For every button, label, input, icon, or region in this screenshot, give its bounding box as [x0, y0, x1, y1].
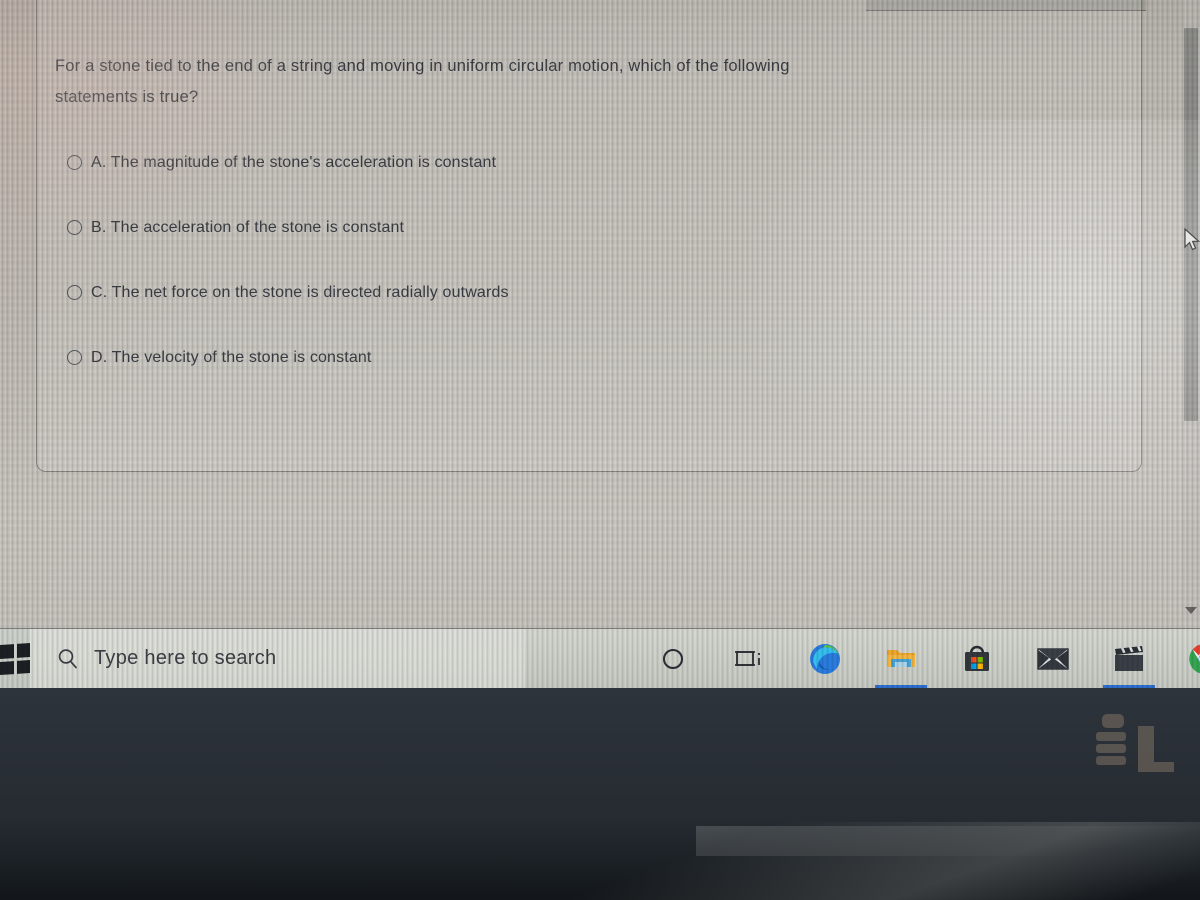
taskbar-item-movies-tv[interactable]	[1091, 629, 1167, 689]
option-c-label: C. The net force on the stone is directe…	[91, 283, 509, 301]
taskbar-item-cortana[interactable]	[635, 629, 711, 689]
scrollbar-thumb[interactable]	[1184, 28, 1198, 421]
option-d-label: D. The velocity of the stone is constant	[91, 348, 372, 366]
laptop-bezel	[0, 688, 1200, 822]
file-explorer-icon	[887, 649, 915, 667]
options-list: A. The magnitude of the stone's accelera…	[67, 146, 1107, 406]
movies-tv-icon	[1115, 645, 1143, 671]
radio-button-a-icon[interactable]	[67, 155, 82, 170]
taskbar-item-file-explorer[interactable]	[863, 629, 939, 689]
question-line-2: statements is true?	[55, 88, 199, 106]
start-button[interactable]	[0, 628, 30, 689]
laptop-base	[0, 822, 1200, 900]
question-line-1: For a stone tied to the end of a string …	[55, 57, 790, 75]
laptop-screen-photo: For a stone tied to the end of a string …	[0, 0, 1200, 900]
taskbar-search-box[interactable]: Type here to search	[30, 628, 525, 689]
google-chrome-icon	[1189, 644, 1200, 673]
windows-logo-icon	[0, 642, 30, 675]
windows-taskbar: Type here to search	[0, 628, 1200, 689]
mail-icon	[1037, 647, 1069, 670]
option-c[interactable]: C. The net force on the stone is directe…	[67, 276, 1107, 309]
radio-button-b-icon[interactable]	[67, 220, 82, 235]
radio-button-d-icon[interactable]	[67, 350, 82, 365]
task-view-icon	[735, 650, 760, 666]
option-d[interactable]: D. The velocity of the stone is constant	[67, 341, 1107, 374]
vertical-scrollbar[interactable]	[1182, 0, 1200, 620]
taskbar-item-microsoft-edge[interactable]	[787, 629, 863, 689]
option-a-label: A. The magnitude of the stone's accelera…	[91, 153, 497, 171]
cortana-icon	[662, 648, 684, 669]
option-b-label: B. The acceleration of the stone is cons…	[91, 218, 405, 236]
option-b[interactable]: B. The acceleration of the stone is cons…	[67, 211, 1107, 244]
question-text: For a stone tied to the end of a string …	[55, 51, 1111, 113]
microsoft-store-icon	[965, 645, 989, 671]
search-placeholder-text: Type here to search	[94, 647, 277, 669]
laptop-brand-logo-icon	[1096, 714, 1174, 772]
screen-area: For a stone tied to the end of a string …	[0, 0, 1200, 688]
taskbar-item-google-chrome[interactable]	[1167, 629, 1200, 689]
chevron-down-icon[interactable]	[1185, 607, 1197, 614]
mouse-cursor-icon	[1184, 228, 1200, 251]
option-a[interactable]: A. The magnitude of the stone's accelera…	[67, 146, 1107, 179]
taskbar-item-task-view[interactable]	[711, 629, 787, 689]
taskbar-icons	[635, 629, 1200, 689]
taskbar-item-microsoft-store[interactable]	[939, 629, 1015, 689]
taskbar-item-mail[interactable]	[1015, 629, 1091, 689]
microsoft-edge-icon	[810, 643, 840, 674]
question-card: For a stone tied to the end of a string …	[36, 0, 1142, 472]
radio-button-c-icon[interactable]	[67, 285, 82, 300]
search-icon	[58, 648, 77, 668]
web-page-content: For a stone tied to the end of a string …	[0, 0, 1200, 688]
